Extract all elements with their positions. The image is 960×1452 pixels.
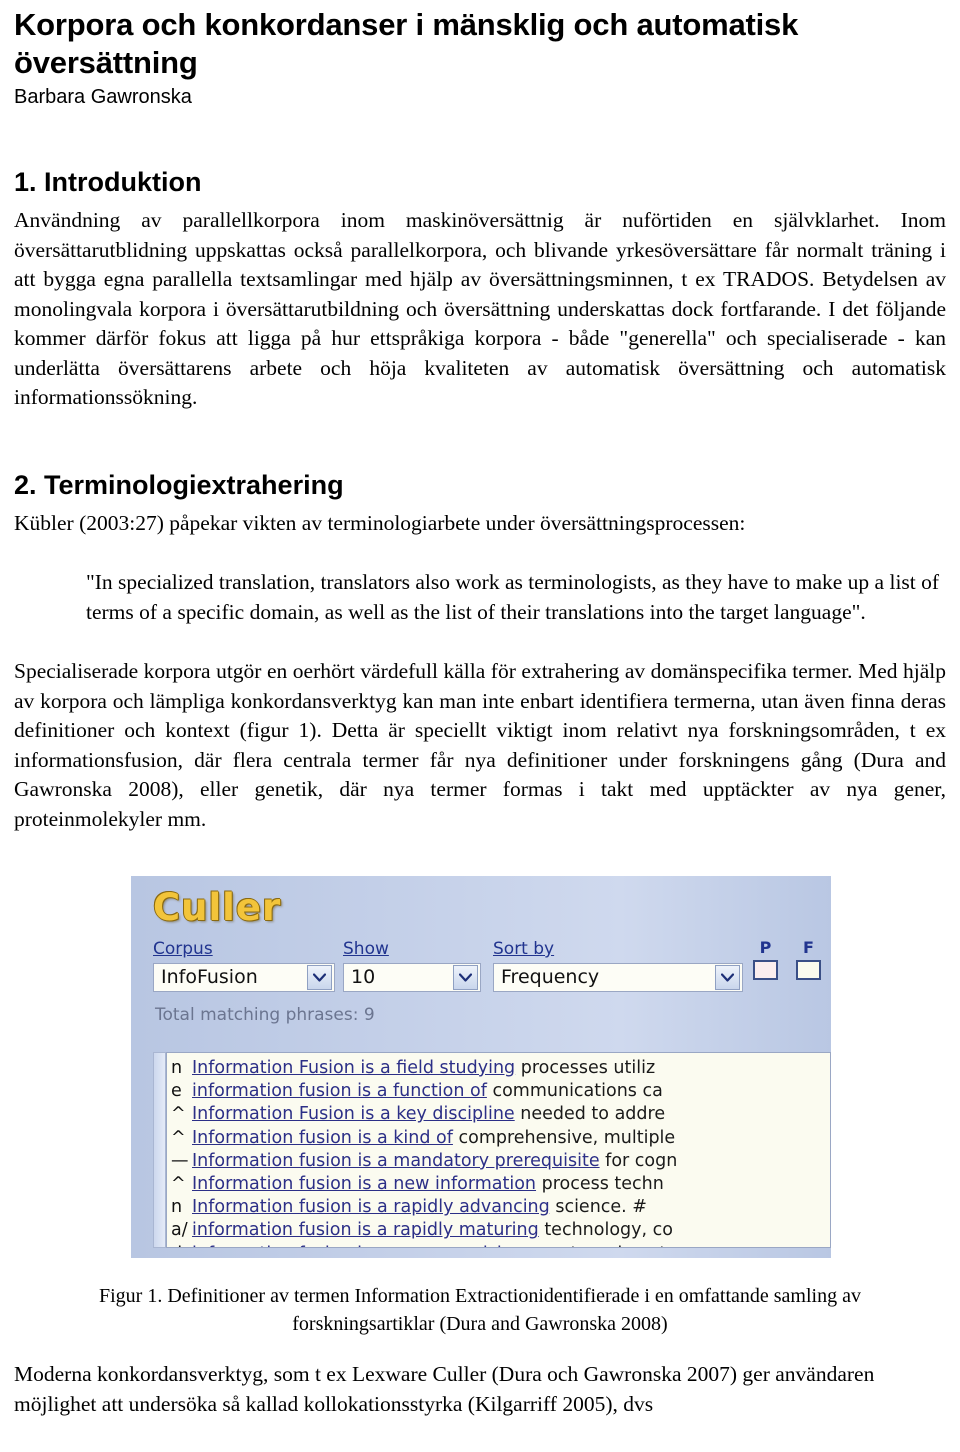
concordance-match[interactable]: information fusion is a very promising [192,1244,524,1247]
concordance-right-context: for cogn [599,1150,678,1171]
concordance-right-context: science. # [549,1197,647,1218]
concordance-row[interactable]: ^ Information fusion is a new information… [171,1173,830,1196]
concordance-row[interactable]: ^ Information Fusion is a key discipline … [171,1103,830,1126]
concordance-left-context: ^ [171,1174,186,1195]
kubler-blockquote: "In specialized translation, translators… [86,570,940,624]
culler-application-screenshot: Culler Corpus InfoFusion Show 10 Sort by… [131,876,831,1258]
concordance-row[interactable]: — Information fusion is a mandatory prere… [171,1150,830,1173]
concordance-right-context: comprehensive, multiple [452,1127,676,1148]
concordance-left-context: n [171,1058,183,1078]
culler-logo: Culler [153,886,282,929]
concordance-left-context: ^ [171,1127,186,1148]
page-title: Korpora och konkordanser i mänsklig och … [14,7,799,80]
f-flag-label: F [803,938,814,957]
show-select[interactable]: 10 [343,963,481,992]
section-1-paragraph: Användning av parallellkorpora inom mask… [14,208,946,409]
figure-caption: Figur 1. Definitioner av termen Informat… [99,1285,861,1335]
section-2-paragraph: Specialiserade korpora utgör en oerhört … [14,659,946,831]
f-flag-checkbox[interactable] [796,960,821,980]
results-scrollbar[interactable] [153,1052,166,1248]
concordance-right-context: processes utiliz [515,1058,656,1078]
page-content: Korpora och konkordanser i mänsklig och … [14,6,946,1419]
chevron-down-icon[interactable] [453,965,478,990]
concordance-match[interactable]: information fusion is a rapidly maturing [192,1220,539,1240]
section-2-intro: Kübler (2003:27) påpekar vikten av termi… [14,510,746,535]
section-heading-introduktion: 1. Introduktion [14,167,202,197]
concordance-row[interactable]: n Information fusion is a rapidly advanci… [171,1196,830,1219]
concordance-left-context: d [171,1243,192,1247]
p-flag-label: P [759,938,772,957]
section-heading-terminologiextrahering: 2. Terminologiextrahering [14,469,344,500]
concordance-left-context: e [171,1081,182,1102]
concordance-left-context: n [171,1197,183,1218]
total-matching-phrases-label: Total matching phrases: 9 [155,1005,375,1025]
concordance-right-context: process techn [536,1174,664,1195]
sort-by-label: Sort by [493,939,555,959]
concordance-match[interactable]: Information fusion is a new information [192,1174,536,1194]
concordance-row[interactable]: dinformation fusion is a very promising … [171,1243,830,1247]
concordance-right-context: technology, co [538,1220,673,1241]
concordance-match[interactable]: information fusion is a function of [192,1081,487,1101]
sort-by-field-group: Sort by Frequency [493,938,743,992]
concordance-row[interactable]: n Information Fusion is a field studying … [171,1057,830,1080]
corpus-field-group: Corpus InfoFusion [153,938,335,992]
concordance-row[interactable]: a/information fusion is a rapidly maturi… [171,1219,830,1242]
concordance-row[interactable]: e information fusion is a function of com… [171,1080,830,1103]
concordance-match[interactable]: Information fusion is a rapidly advancin… [192,1197,550,1217]
concordance-right-context: way to reduce t [524,1244,667,1247]
corpus-label: Corpus [153,939,213,959]
results-area: n Information Fusion is a field studying … [153,1052,831,1248]
sort-by-select-value: Frequency [501,966,600,988]
chevron-down-icon[interactable] [307,965,332,990]
concordance-row[interactable]: ^ Information fusion is a kind of compreh… [171,1127,830,1150]
concordance-right-context: needed to addre [514,1104,666,1125]
document-page: Korpora och konkordanser i mänsklig och … [0,0,960,1452]
sort-by-select[interactable]: Frequency [493,963,743,992]
concordance-match[interactable]: Information Fusion is a key discipline [192,1104,515,1124]
concordance-results-list[interactable]: n Information Fusion is a field studying … [166,1052,831,1248]
show-label: Show [343,939,389,959]
flag-checkbox-group: P F [753,938,831,980]
chevron-down-icon[interactable] [715,965,740,990]
figure-1: Culler Corpus InfoFusion Show 10 Sort by… [14,876,946,1268]
show-field-group: Show 10 [343,938,481,992]
concordance-left-context: ^ [171,1104,186,1125]
document-author: Barbara Gawronska [14,86,192,108]
show-select-value: 10 [351,966,376,988]
corpus-select-value: InfoFusion [161,966,258,988]
culler-toolbar: Corpus InfoFusion Show 10 Sort by Freque… [153,938,831,1002]
p-flag-column: P [753,938,778,980]
concordance-match[interactable]: Information fusion is a kind of [192,1128,453,1148]
concordance-match[interactable]: Information Fusion is a field studying [192,1058,515,1078]
concordance-left-context: a/ [171,1220,188,1241]
concordance-right-context: communications ca [486,1081,663,1102]
corpus-select[interactable]: InfoFusion [153,963,335,992]
concordance-match[interactable]: Information fusion is a mandatory prereq… [192,1151,600,1171]
footer-paragraph: Moderna konkordansverktyg, som t ex Lexw… [14,1362,875,1416]
concordance-left-context: — [171,1150,189,1171]
p-flag-checkbox[interactable] [753,960,778,980]
f-flag-column: F [796,938,821,980]
